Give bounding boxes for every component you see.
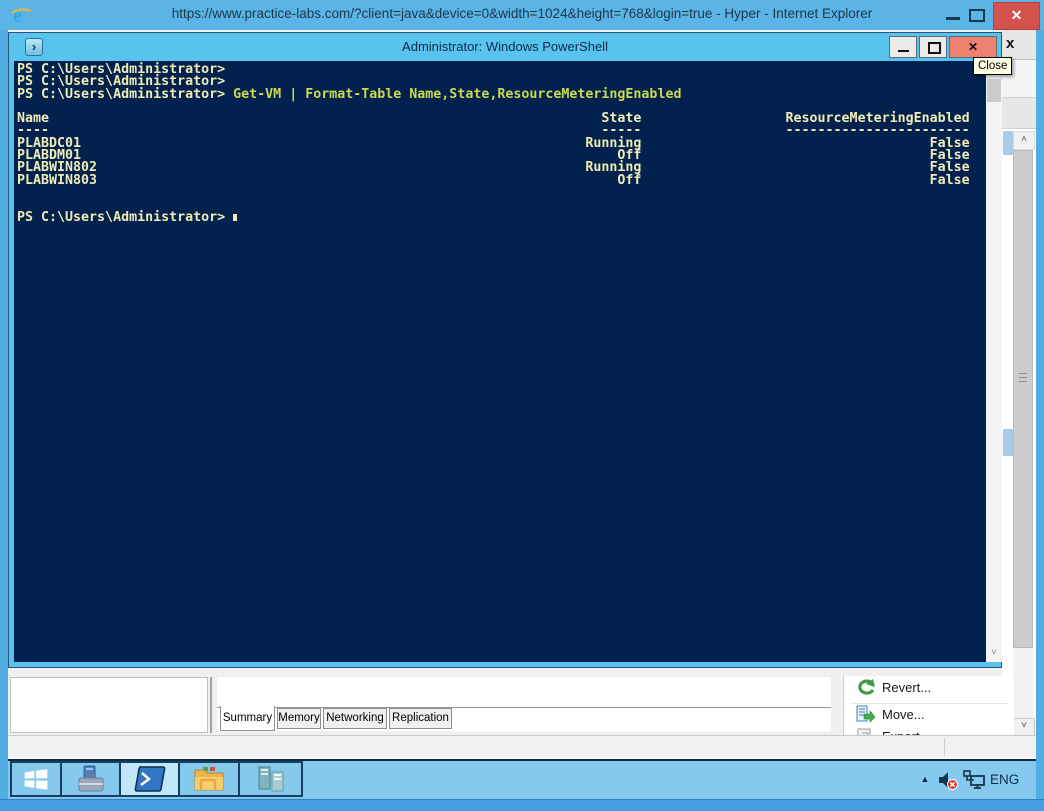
- powershell-window-title: Administrator: Windows PowerShell: [402, 39, 608, 54]
- powershell-minimize-button[interactable]: [889, 36, 917, 58]
- powershell-icon: [134, 766, 165, 792]
- file-explorer-icon: [194, 767, 224, 791]
- start-button[interactable]: [10, 761, 62, 797]
- network-icon[interactable]: [962, 768, 986, 792]
- scrollbar-grip-line: [1019, 377, 1027, 378]
- language-indicator[interactable]: ENG: [990, 772, 1026, 787]
- ie-close-button[interactable]: ✕: [993, 2, 1040, 30]
- ie-window-title: https://www.practice-labs.com/?client=ja…: [171, 6, 873, 21]
- tab-memory[interactable]: Memory: [277, 708, 321, 729]
- action-revert[interactable]: Revert...: [844, 678, 1014, 700]
- tab-replication[interactable]: Replication: [389, 708, 452, 729]
- terminal-text: PS C:\Users\Administrator> PS C:\Users\Ad…: [17, 63, 970, 225]
- action-move[interactable]: Move...: [844, 705, 1014, 727]
- taskbar-item-hyperv-manager[interactable]: [238, 761, 303, 797]
- taskbar-item-server-manager[interactable]: [60, 761, 121, 797]
- move-icon: [856, 705, 876, 723]
- tray-show-hidden-icons[interactable]: ▲: [918, 772, 932, 786]
- panel-divider: [210, 677, 212, 733]
- export-icon: [857, 728, 871, 735]
- revert-icon: [858, 679, 875, 695]
- screen: e https://www.practice-labs.com/?client=…: [0, 0, 1044, 811]
- actions-scrollbar-track[interactable]: [1013, 648, 1033, 718]
- taskbar-item-powershell-active[interactable]: [119, 761, 180, 797]
- scroll-marker-mid: [1003, 429, 1013, 456]
- powershell-close-button[interactable]: ✕: [949, 36, 997, 58]
- terminal-line: PS C:\Users\Administrator> Get-VM | Form…: [17, 86, 682, 102]
- action-move-label: Move...: [882, 707, 925, 722]
- minimize-icon: [898, 50, 909, 52]
- ie-window-bottom-border: [0, 799, 1044, 811]
- server-manager-icon: [78, 765, 103, 792]
- console-scrollbar-down-button[interactable]: ˅: [986, 646, 1002, 662]
- terminal-line: PS C:\Users\Administrator> _: [17, 209, 237, 225]
- scrollbar-grip-line: [1019, 381, 1027, 382]
- taskbar-item-file-explorer[interactable]: [178, 761, 240, 797]
- hyperv-manager-icon: [258, 766, 283, 792]
- actions-scrollbar-thumb[interactable]: [1013, 150, 1033, 648]
- ie-maximize-button[interactable]: [969, 9, 985, 22]
- powershell-window: › Administrator: Windows PowerShell ✕ PS…: [8, 32, 1002, 668]
- ie-minimize-button[interactable]: [946, 17, 960, 20]
- scroll-marker-top: [1003, 131, 1013, 155]
- hyperv-status-bar: [8, 735, 1036, 758]
- console-scrollbar-thumb[interactable]: [987, 79, 1001, 102]
- status-bar-divider: [944, 738, 945, 756]
- close-button-tooltip: Close: [973, 57, 1013, 75]
- background-window-toolbar-edge: [1002, 97, 1036, 129]
- actions-scrollbar-down-button[interactable]: ˅: [1013, 718, 1035, 736]
- windows-logo-icon: [24, 769, 48, 790]
- terminal-line: PLABWIN803 Off False: [17, 172, 970, 188]
- action-revert-label: Revert...: [882, 680, 932, 695]
- ie-titlebar: e https://www.practice-labs.com/?client=…: [0, 0, 1044, 30]
- action-export[interactable]: Export...: [844, 727, 1014, 735]
- powershell-console[interactable]: PS C:\Users\Administrator> PS C:\Users\Ad…: [14, 61, 986, 662]
- tab-summary[interactable]: Summary: [220, 706, 275, 731]
- volume-muted-icon[interactable]: [936, 768, 960, 792]
- hyperv-actions-pane: Revert... Move... Export...: [843, 676, 1014, 735]
- console-scrollbar[interactable]: ˅: [986, 61, 1002, 662]
- tab-networking[interactable]: Networking: [323, 708, 387, 729]
- actions-scrollbar-up-button[interactable]: ˄: [1013, 131, 1035, 150]
- powershell-maximize-button[interactable]: [919, 36, 947, 58]
- background-window-close-button[interactable]: x: [1006, 33, 1030, 55]
- maximize-icon: [928, 42, 941, 54]
- hyperv-checkpoints-panel: [10, 677, 208, 733]
- powershell-titlebar[interactable]: › Administrator: Windows PowerShell ✕: [9, 33, 1001, 61]
- actions-separator: [850, 703, 1008, 704]
- scrollbar-grip-line: [1019, 373, 1027, 374]
